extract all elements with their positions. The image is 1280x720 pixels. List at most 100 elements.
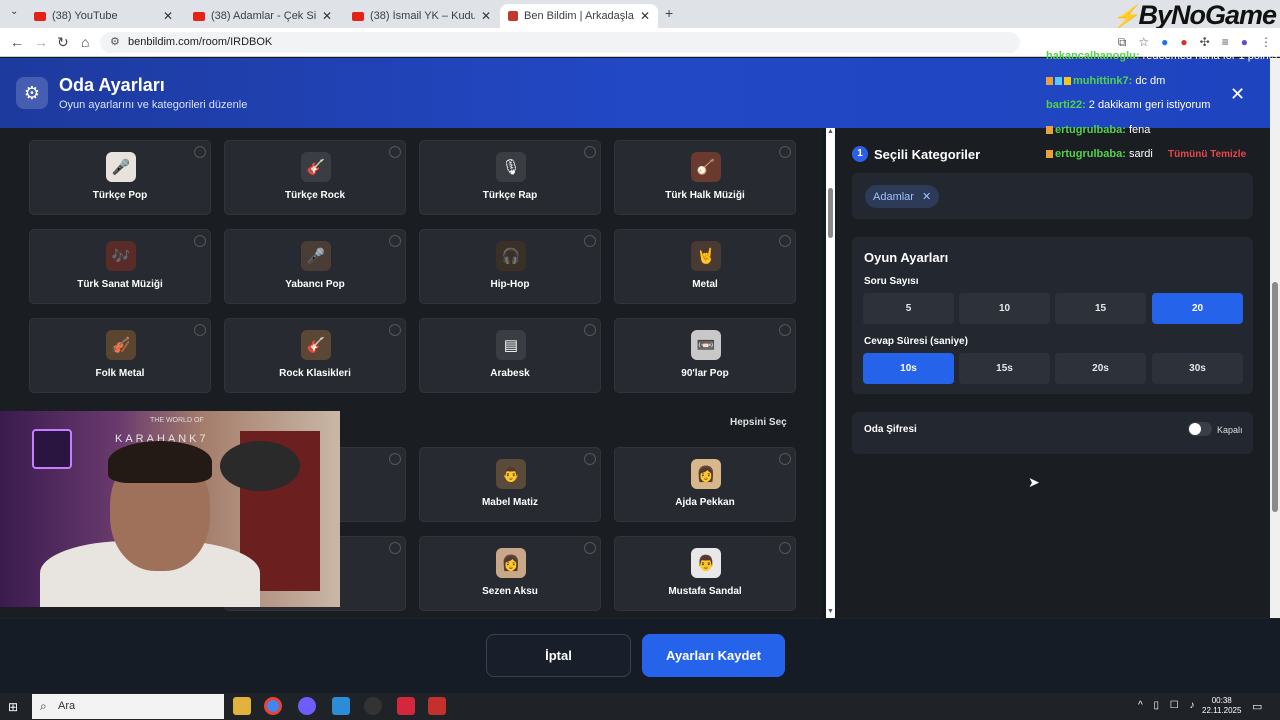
system-tray[interactable]: ^ ▯ ☐ ♪ <box>1138 700 1199 711</box>
select-all-button[interactable]: Hepsini Seç <box>730 417 787 428</box>
artist-radio[interactable] <box>584 542 596 554</box>
tab-list-icon[interactable]: ⌄ <box>10 6 18 17</box>
category-radio[interactable] <box>584 235 596 247</box>
badge-icon <box>1055 77 1062 85</box>
chrome-icon[interactable] <box>264 697 282 715</box>
category-icon: 🎤 <box>301 241 331 271</box>
scroll-down-icon[interactable]: ▼ <box>827 608 834 615</box>
time-option-30s[interactable]: 30s <box>1152 353 1243 384</box>
category-scroll-thumb[interactable] <box>828 188 833 238</box>
back-icon[interactable]: ← <box>10 34 24 50</box>
category-card[interactable]: 📼 90'lar Pop <box>614 318 796 393</box>
taskbar-search-input[interactable]: ⌕ Ara <box>32 694 224 719</box>
category-radio[interactable] <box>194 146 206 158</box>
forward-icon[interactable]: → <box>34 34 48 50</box>
category-card[interactable]: 🎧 Hip-Hop <box>419 229 601 304</box>
discord-icon[interactable] <box>298 697 316 715</box>
youtube-app-icon[interactable] <box>428 697 446 715</box>
category-radio[interactable] <box>389 235 401 247</box>
menu-icon[interactable]: ⋮ <box>1260 35 1272 50</box>
page-scroll-thumb[interactable] <box>1272 282 1278 512</box>
close-icon[interactable]: ✕ <box>1230 84 1245 105</box>
category-radio[interactable] <box>194 324 206 336</box>
windows-start-icon[interactable]: ⊞ <box>8 700 18 714</box>
tab-adamlar[interactable]: (38) Adamlar - Çek Sifonu (Offic✕ <box>185 4 340 28</box>
category-card[interactable]: 🎙 Türkçe Rap <box>419 140 601 215</box>
taskbar-clock[interactable]: 00:38 22.11.2025 <box>1202 696 1241 716</box>
bookmark-icon[interactable]: ☆ <box>1138 35 1149 50</box>
artist-label: Ajda Pekkan <box>675 497 735 508</box>
category-icon: 🎙 <box>496 152 526 182</box>
home-icon[interactable]: ⌂ <box>81 34 89 50</box>
tab-ismail[interactable]: (38) İsmail YK – Kudur Baby (19✕ <box>344 4 499 28</box>
modal-footer <box>0 618 1280 693</box>
question-option-20[interactable]: 20 <box>1152 293 1243 324</box>
cancel-button[interactable]: İptal <box>486 634 631 677</box>
category-radio[interactable] <box>779 235 791 247</box>
clear-all-button[interactable]: Tümünü Temizle <box>1168 149 1246 160</box>
artist-radio[interactable] <box>779 453 791 465</box>
password-toggle[interactable] <box>1188 422 1212 436</box>
time-option-20s[interactable]: 20s <box>1055 353 1146 384</box>
puzzle-icon[interactable]: ✣ <box>1200 35 1210 50</box>
media-icon[interactable]: ≡ <box>1222 35 1229 50</box>
artist-card[interactable]: 👩 Ajda Pekkan <box>614 447 796 522</box>
close-tab-icon[interactable]: ✕ <box>640 9 650 23</box>
tab-benbildim[interactable]: Ben Bildim | Arkadaşlarınla Onl✕ <box>500 4 658 28</box>
category-card[interactable]: 🪕 Türk Halk Müziği <box>614 140 796 215</box>
category-card[interactable]: 🎻 Folk Metal <box>29 318 211 393</box>
category-card[interactable]: 🎸 Türkçe Rock <box>224 140 406 215</box>
category-radio[interactable] <box>779 146 791 158</box>
question-option-5[interactable]: 5 <box>863 293 954 324</box>
category-radio[interactable] <box>584 146 596 158</box>
category-label: Arabesk <box>490 368 530 379</box>
question-option-10[interactable]: 10 <box>959 293 1050 324</box>
valorant-icon[interactable] <box>397 697 415 715</box>
chip-close-icon[interactable]: ✕ <box>922 191 931 203</box>
artist-card[interactable]: 👩 Sezen Aksu <box>419 536 601 611</box>
category-card[interactable]: 🤘 Metal <box>614 229 796 304</box>
webcam-small-text: THE WORLD OF <box>150 417 204 424</box>
question-option-15[interactable]: 15 <box>1055 293 1146 324</box>
reload-icon[interactable]: ↻ <box>57 34 69 51</box>
category-card[interactable]: 🎤 Türkçe Pop <box>29 140 211 215</box>
close-tab-icon[interactable]: ✕ <box>481 9 491 23</box>
install-icon[interactable]: ⧉ <box>1118 35 1127 50</box>
new-tab-icon[interactable]: + <box>665 5 673 21</box>
notification-icon[interactable]: ▭ <box>1252 700 1262 713</box>
profile-avatar[interactable]: ● <box>1241 35 1248 50</box>
category-card[interactable]: ▤ Arabesk <box>419 318 601 393</box>
category-radio[interactable] <box>194 235 206 247</box>
site-info-icon[interactable]: ⚙ <box>110 35 120 48</box>
artist-card[interactable]: 👨 Mustafa Sandal <box>614 536 796 611</box>
extension-red-icon[interactable]: ● <box>1180 35 1187 50</box>
artist-radio[interactable] <box>389 542 401 554</box>
save-settings-button[interactable]: Ayarları Kaydet <box>642 634 785 677</box>
obs-icon[interactable] <box>364 697 382 715</box>
extension-blue-icon[interactable]: ● <box>1161 35 1168 50</box>
time-option-10s[interactable]: 10s <box>863 353 954 384</box>
close-tab-icon[interactable]: ✕ <box>163 9 173 23</box>
tab-youtube[interactable]: (38) YouTube ✕ <box>26 4 181 28</box>
category-radio[interactable] <box>584 324 596 336</box>
artist-radio[interactable] <box>779 542 791 554</box>
chat-line: ertugrulbaba: sardi <box>1046 148 1153 160</box>
category-radio[interactable] <box>389 146 401 158</box>
steam-icon[interactable] <box>332 697 350 715</box>
category-radio[interactable] <box>779 324 791 336</box>
category-radio[interactable] <box>389 324 401 336</box>
category-icon: 📼 <box>691 330 721 360</box>
close-tab-icon[interactable]: ✕ <box>322 9 332 23</box>
artist-card[interactable]: 👨 Mabel Matiz <box>419 447 601 522</box>
url-input[interactable]: ⚙ benbildim.com/room/IRDBOK <box>100 32 1020 53</box>
artist-radio[interactable] <box>584 453 596 465</box>
category-card[interactable]: 🎶 Türk Sanat Müziği <box>29 229 211 304</box>
time-option-15s[interactable]: 15s <box>959 353 1050 384</box>
scroll-up-icon[interactable]: ▲ <box>827 128 834 135</box>
category-card[interactable]: 🎤 Yabancı Pop <box>224 229 406 304</box>
category-icon: 🎧 <box>496 241 526 271</box>
artist-radio[interactable] <box>389 453 401 465</box>
category-card[interactable]: 🎸 Rock Klasikleri <box>224 318 406 393</box>
file-explorer-icon[interactable] <box>233 697 251 715</box>
category-label: Rock Klasikleri <box>279 368 351 379</box>
